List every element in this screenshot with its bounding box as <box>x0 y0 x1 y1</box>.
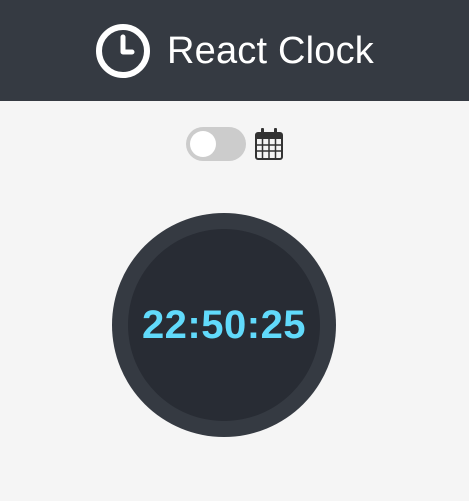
header-inner: React Clock <box>95 23 374 79</box>
clock-inner: 22:50:25 <box>128 229 320 421</box>
time-display: 22:50:25 <box>141 302 307 347</box>
app-page: React Clock 22:50:25 <box>0 0 469 501</box>
clock-face: 22:50:25 <box>112 213 336 437</box>
calendar-icon <box>254 128 283 160</box>
app-header: React Clock <box>0 0 469 101</box>
date-toggle-switch[interactable] <box>185 127 246 161</box>
app-title: React Clock <box>166 29 375 72</box>
toggle-knob <box>189 131 216 157</box>
controls-bar <box>0 127 469 161</box>
clock-icon <box>95 23 150 78</box>
